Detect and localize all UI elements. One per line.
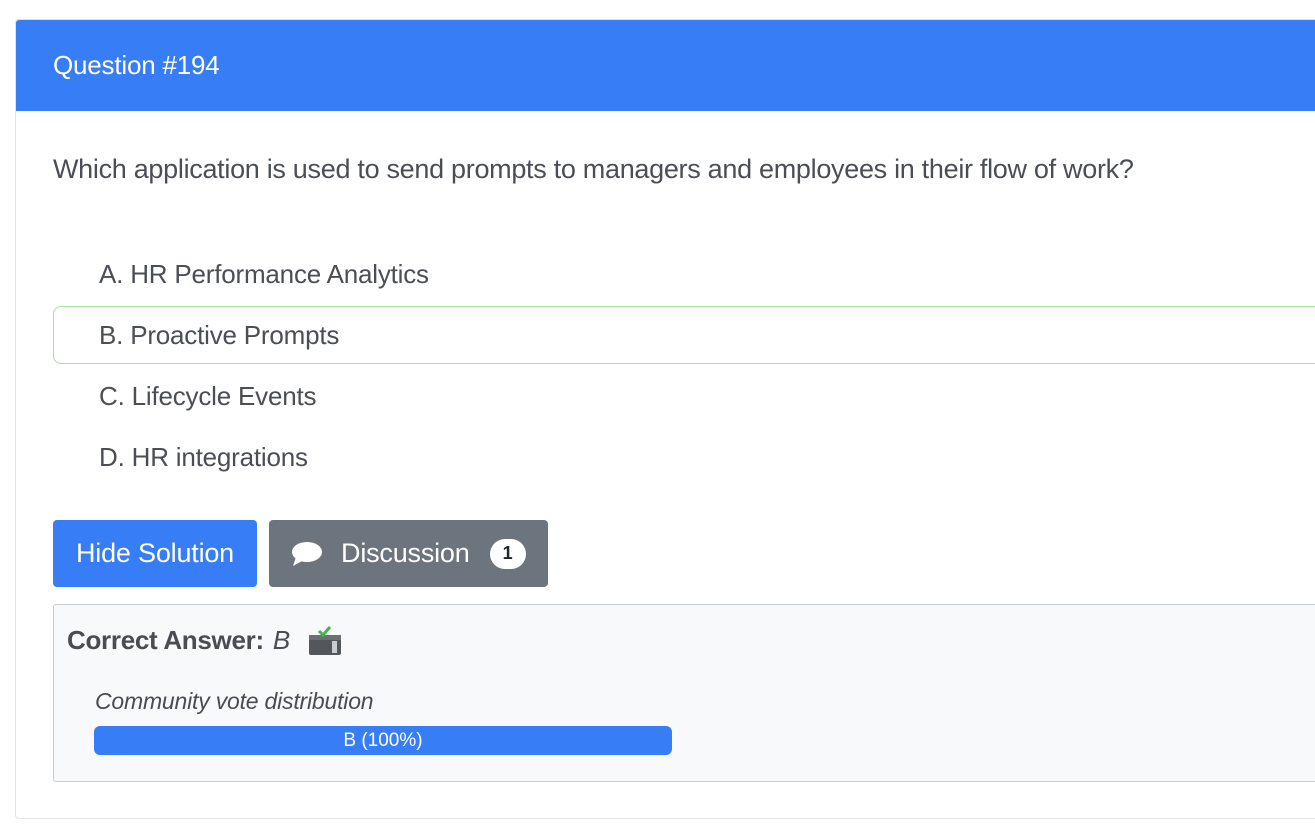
vote-segment-label: B (100%) bbox=[343, 729, 423, 751]
choice-label: C. Lifecycle Events bbox=[99, 380, 317, 411]
hide-solution-button[interactable]: Hide Solution bbox=[53, 520, 258, 587]
choice-b[interactable]: B. Proactive Prompts bbox=[53, 306, 1315, 364]
choice-a[interactable]: A. HR Performance Analytics bbox=[53, 245, 1315, 303]
answer-box: Correct Answer: B Community vote distrib… bbox=[53, 604, 1315, 782]
vote-bar-segment-b: B (100%) bbox=[94, 726, 672, 755]
correct-answer-line: Correct Answer: B bbox=[67, 625, 342, 656]
question-header: Question #194 bbox=[16, 20, 1315, 111]
correct-answer-label: Correct Answer: bbox=[67, 625, 264, 655]
discussion-button[interactable]: Discussion 1 bbox=[269, 520, 548, 587]
choice-label: A. HR Performance Analytics bbox=[99, 258, 429, 289]
choice-label: D. HR integrations bbox=[99, 441, 308, 472]
question-text: Which application is used to send prompt… bbox=[53, 154, 1134, 184]
answer-reveal-icon[interactable] bbox=[308, 625, 342, 656]
discussion-label: Discussion bbox=[341, 538, 470, 568]
correct-answer-value: B bbox=[272, 625, 291, 655]
choice-c[interactable]: C. Lifecycle Events bbox=[53, 367, 1315, 425]
question-title: Question #194 bbox=[53, 50, 220, 80]
choice-d[interactable]: D. HR integrations bbox=[53, 428, 1315, 486]
hide-solution-label: Hide Solution bbox=[76, 538, 235, 568]
choice-label: B. Proactive Prompts bbox=[99, 319, 340, 350]
vote-distribution-label: Community vote distribution bbox=[95, 688, 374, 714]
vote-distribution-bar: B (100%) bbox=[94, 726, 672, 755]
action-buttons: Hide Solution Discussion 1 bbox=[53, 520, 548, 587]
discussion-count-badge: 1 bbox=[489, 538, 526, 569]
choice-list: A. HR Performance Analytics B. Proactive… bbox=[53, 245, 1315, 489]
question-card: Question #194 Which application is used … bbox=[15, 19, 1315, 819]
chat-bubble-icon bbox=[291, 540, 323, 568]
